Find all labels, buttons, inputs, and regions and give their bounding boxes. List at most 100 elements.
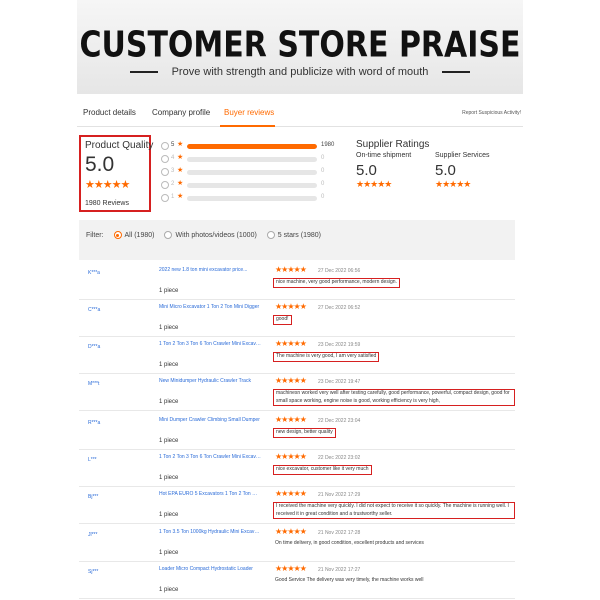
review-stars: ★★★★★ [275, 265, 307, 274]
divider-left [129, 71, 158, 73]
rating-bar-count: 0 [321, 168, 325, 174]
review-comment: nice machine, very good performance, mod… [273, 278, 400, 288]
order-quantity: 1 piece [159, 438, 179, 444]
product-quality-stars: ★★★★★ [85, 179, 130, 191]
review-row: M***t New Minidumper Hydraulic Crawler Tr… [79, 374, 515, 411]
review-date: 27 Dec 2022 06:56 [318, 268, 361, 274]
filter-label: Filter: [86, 231, 104, 239]
reviewer-name: K***a [88, 270, 100, 276]
rating-bar-count: 0 [321, 194, 325, 200]
rating-star-number: 1 [171, 194, 175, 200]
rating-filter-checkbox[interactable] [161, 168, 169, 176]
review-row: R***a Mini Dumper Crawler Climbing Small … [79, 413, 515, 450]
tab-buyer-reviews[interactable]: Buyer reviews [224, 108, 274, 117]
rating-star-number: 4 [171, 155, 175, 161]
review-date: 27 Dec 2022 06:52 [318, 305, 361, 311]
filter-row: Filter: All (1980) With photos/videos (10… [86, 231, 321, 239]
filter-option[interactable]: With photos/videos (1000) [164, 231, 257, 239]
report-suspicious-link[interactable]: Report Suspicious Activity! [462, 110, 521, 116]
review-row: C***a Mini Micro Excavator 1 Ton 2 Ton Mi… [79, 300, 515, 337]
review-comment: I received the machine very quickly. I d… [273, 502, 515, 519]
supplier-services-stars: ★★★★★ [435, 179, 471, 189]
reviewer-name: Bj*** [88, 494, 99, 500]
reviewed-product-link[interactable]: 2022 new 1.8 ton mini excavator price... [159, 267, 261, 273]
filter-option-label: With photos/videos (1000) [175, 231, 257, 239]
star-icon: ★ [177, 154, 184, 161]
ontime-shipment-stars: ★★★★★ [356, 179, 392, 189]
review-stars: ★★★★★ [275, 376, 307, 385]
rating-bar-track [187, 196, 317, 201]
filter-option[interactable]: 5 stars (1980) [266, 231, 321, 239]
review-date: 23 Dec 2022 19:59 [318, 342, 361, 348]
product-quality-score: 5.0 [85, 153, 115, 176]
review-stars: ★★★★★ [275, 415, 307, 424]
reviewer-name: C***a [88, 307, 101, 313]
order-quantity: 1 piece [159, 550, 179, 556]
review-stars: ★★★★★ [275, 452, 307, 461]
ontime-shipment-score: 5.0 [356, 162, 377, 179]
reviewed-product-link[interactable]: Mini Micro Excavator 1 Ton 2 Ton Mini Di… [159, 304, 261, 310]
review-row: Jl*** 1 Ton 3.5 Ton 1000kg Hydraulic Mini… [79, 525, 515, 562]
review-stars: ★★★★★ [275, 339, 307, 348]
rating-filter-checkbox[interactable] [161, 194, 169, 202]
filter-option-label: All (1980) [124, 231, 155, 239]
rating-bar-count: 0 [321, 155, 325, 161]
rating-filter-checkbox[interactable] [161, 142, 169, 150]
filter-option[interactable]: All (1980) [113, 231, 155, 239]
rating-filter-checkbox[interactable] [161, 155, 169, 163]
review-date: 21 Nov 2022 17:27 [318, 567, 361, 573]
rating-bar-row: 1 ★ 0 [161, 192, 331, 205]
reviewed-product-link[interactable]: 1 Ton 2 Ton 3 Ton 6 Ton Crawler Mini Exc… [159, 341, 261, 347]
review-stars: ★★★★★ [275, 527, 307, 536]
reviewer-name: Sj*** [88, 569, 99, 575]
star-icon: ★ [177, 141, 184, 148]
rating-filter-checkbox[interactable] [161, 181, 169, 189]
rating-bar-track [187, 144, 317, 149]
review-row: L*** 1 Ton 2 Ton 3 Ton 6 Ton Crawler Mini… [79, 450, 515, 487]
active-tab-indicator [220, 125, 275, 127]
review-date: 23 Dec 2022 19:47 [318, 379, 361, 385]
review-comment: Good Service The delivery was very timel… [275, 577, 424, 583]
tab-product-details[interactable]: Product details [83, 108, 136, 117]
rating-bar-row: 4 ★ 0 [161, 153, 331, 166]
product-quality-label: Product Quality [85, 140, 154, 151]
tab-bar: Product details Company profile Buyer re… [77, 97, 523, 127]
star-icon: ★ [177, 193, 184, 200]
filter-radio[interactable] [164, 231, 173, 239]
rating-star-number: 3 [171, 168, 175, 174]
star-icon: ★ [177, 167, 184, 174]
filter-radio[interactable] [113, 231, 122, 239]
filter-radio[interactable] [266, 231, 275, 239]
review-stars: ★★★★★ [275, 302, 307, 311]
banner-subtitle-row: Prove with strength and publicize with w… [77, 64, 523, 80]
review-count: 1980 Reviews [85, 200, 129, 207]
reviewed-product-link[interactable]: Loader Micro Compact Hydrostatic Loader [159, 566, 261, 572]
reviewed-product-link[interactable]: Mini Dumper Crawler Climbing Small Dumpe… [159, 417, 261, 423]
order-quantity: 1 piece [159, 512, 179, 518]
review-date: 22 Dec 2022 23:04 [318, 418, 361, 424]
review-stars: ★★★★★ [275, 564, 307, 573]
tab-company-profile[interactable]: Company profile [152, 108, 210, 117]
order-quantity: 1 piece [159, 325, 179, 331]
order-quantity: 1 piece [159, 475, 179, 481]
rating-distribution: 5 ★ 1980 4 ★ 0 3 ★ 0 2 ★ 0 1 ★ 0 [161, 140, 335, 205]
order-quantity: 1 piece [159, 362, 179, 368]
reviewed-product-link[interactable]: New Minidumper Hydraulic Crawler Track [159, 378, 261, 384]
review-comment: The machine is very good, I am very sati… [273, 352, 380, 362]
review-date: 22 Dec 2022 23:02 [318, 455, 361, 461]
reviewed-product-link[interactable]: 1 Ton 3.5 Ton 1000kg Hydraulic Mini Exca… [159, 529, 261, 535]
star-icon: ★ [177, 180, 184, 187]
reviewed-product-link[interactable]: Hot EPA EURO 5 Excavators 1 Ton 2 Ton Mi… [159, 491, 261, 497]
product-quality-summary: Product Quality 5.0 ★★★★★ 1980 Reviews [79, 135, 154, 212]
rating-bar-track [187, 170, 317, 175]
review-stars: ★★★★★ [275, 489, 307, 498]
supplier-services-label: Supplier Services [435, 152, 490, 159]
banner: CUSTOMER STORE PRAISE Prove with strengt… [77, 0, 523, 94]
reviewed-product-link[interactable]: 1 Ton 2 Ton 3 Ton 6 Ton Crawler Mini Exc… [159, 454, 261, 460]
review-row: Bj*** Hot EPA EURO 5 Excavators 1 Ton 2 T… [79, 487, 515, 524]
review-row: K***a 2022 new 1.8 ton mini excavator pri… [79, 263, 515, 300]
rating-bar-fill [187, 144, 317, 149]
review-date: 21 Nov 2022 17:29 [318, 492, 361, 498]
rating-bar-count: 1980 [321, 142, 335, 148]
rating-bar-count: 0 [321, 181, 325, 187]
